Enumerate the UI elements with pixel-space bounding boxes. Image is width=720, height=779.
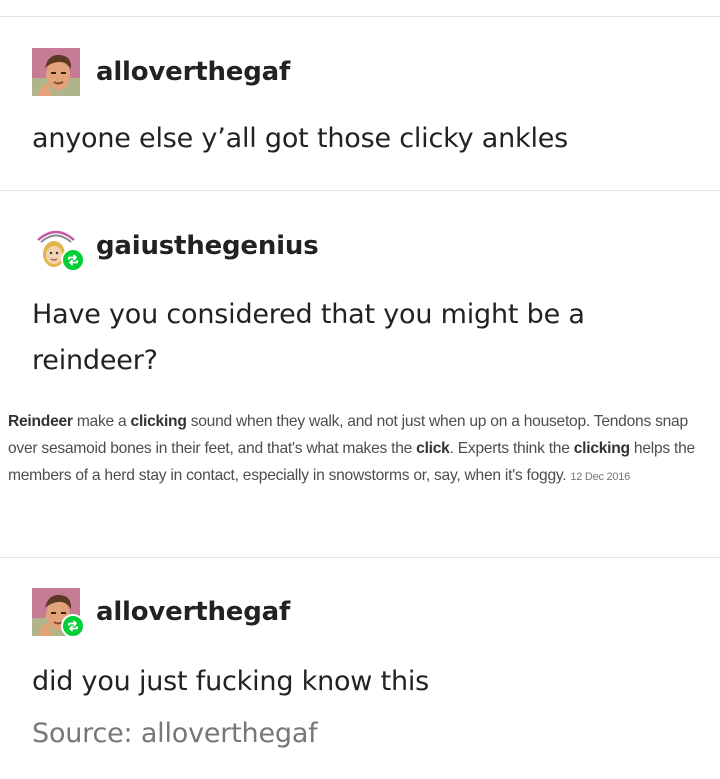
post-header: gaiusthegenius [32,220,319,272]
avatar[interactable] [32,222,85,272]
quote-bold-text: click [416,440,450,457]
post-text: anyone else y’all got those clicky ankle… [32,123,569,154]
post-text: did you just fucking know this [32,666,430,697]
quote-bold-text: Reindeer [8,413,73,430]
quote-bold-text: clicking [573,440,630,457]
avatar[interactable] [32,48,80,96]
top-divider [0,16,720,17]
quote-text-segment: . Experts think the [449,440,574,457]
post-divider [0,190,720,191]
avatar[interactable] [32,588,85,638]
post-header: alloverthegaf [32,46,290,98]
quote-bold-text: clicking [130,413,187,430]
source-link[interactable]: Source: alloverthegaf [32,718,318,749]
username[interactable]: alloverthegaf [96,597,290,627]
quote-date: 12 Dec 2016 [570,471,631,483]
reblog-icon [61,248,85,272]
username[interactable]: alloverthegaf [96,57,290,87]
quoted-snippet: Reindeer make a clicking sound when they… [8,408,720,491]
avatar-man-icon [32,48,80,96]
username[interactable]: gaiusthegenius [96,231,319,261]
post-divider [0,557,720,558]
post-text: Have you considered that you might be a … [32,299,585,376]
quote-text-segment: make a [72,413,131,430]
post-header: alloverthegaf [32,586,290,638]
reblog-icon [61,614,85,638]
